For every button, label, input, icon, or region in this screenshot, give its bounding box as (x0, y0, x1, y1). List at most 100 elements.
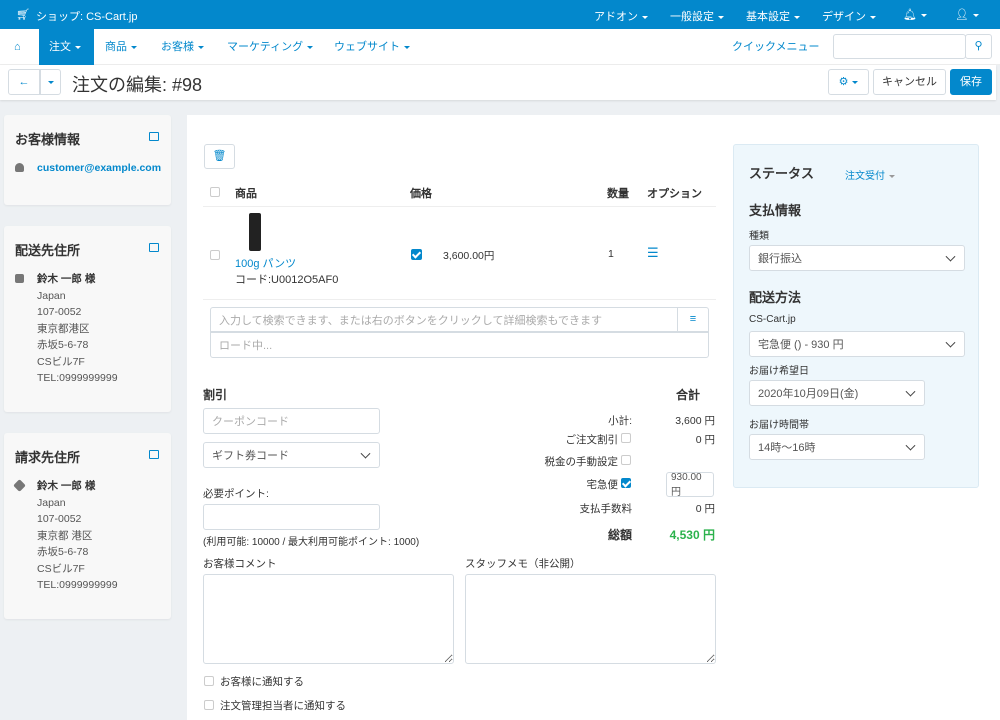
address-line: Japan (37, 289, 66, 302)
truck-icon (15, 274, 24, 283)
delivery-date-select[interactable]: 2020年10月09日(金) (749, 380, 925, 406)
edit-icon[interactable] (149, 132, 159, 141)
col-product: 商品 (235, 188, 257, 200)
menu-general[interactable]: 一般設定 (670, 8, 724, 24)
tax-manual-checkbox[interactable] (621, 455, 631, 465)
tax-manual-label: 税金の手動設定 (544, 456, 619, 468)
home-icon[interactable]: ⌂ (4, 29, 31, 65)
order-discount-value: 0 円 (695, 434, 715, 446)
top-bar: 🛒︎ ショップ: CS-Cart.jp アドオン 一般設定 基本設定 デザイン … (0, 0, 1000, 29)
product-image (249, 213, 261, 251)
user-icon[interactable]: 👤︎ (955, 8, 979, 21)
points-label: 必要ポイント: (203, 488, 269, 500)
menu-addons[interactable]: アドオン (594, 8, 648, 24)
notify-manager-checkbox[interactable] (204, 700, 214, 710)
address-line: CSビル7F (37, 562, 85, 575)
address-line: Japan (37, 496, 66, 509)
staff-note-label: スタッフメモ（非公開） (465, 558, 581, 570)
col-options: オプション (647, 188, 702, 200)
back-dropdown[interactable] (40, 69, 61, 95)
address-line: 東京都 港区 (37, 529, 93, 542)
shipping-method-select[interactable]: 宅急便 () - 930 円 (749, 331, 965, 357)
customer-comment-label: お客様コメント (203, 558, 277, 570)
save-button[interactable]: 保存 (950, 69, 992, 95)
points-input[interactable] (203, 504, 380, 530)
order-discount-checkbox[interactable] (621, 433, 631, 443)
order-discount-label: ご注文割引 (565, 434, 619, 446)
points-note: (利用可能: 10000 / 最大利用可能ポイント: 1000) (203, 537, 420, 548)
back-button[interactable]: ← (8, 69, 40, 95)
status-panel: ステータス 注文受付 支払情報 種類 銀行振込 配送方法 CS-Cart.jp … (733, 144, 979, 488)
payment-fee-value: 0 円 (695, 503, 715, 515)
billing-title: 請求先住所 (15, 450, 81, 465)
menu-design[interactable]: デザイン (822, 8, 876, 24)
nav-products[interactable]: 商品 (95, 29, 147, 65)
billing-address-card: 請求先住所 鈴木 一郎 様 Japan 107-0052 東京都 港区 赤坂5-… (4, 433, 171, 619)
shipping-cost-checkbox[interactable] (621, 478, 631, 488)
menu-settings[interactable]: 基本設定 (746, 8, 800, 24)
nav-website[interactable]: ウェブサイト (324, 29, 420, 65)
shipping-cost-input[interactable]: 930.00円 (666, 472, 714, 498)
trash-icon[interactable]: 🗑︎ (204, 144, 235, 169)
row-checkbox[interactable] (210, 250, 220, 260)
advanced-search-icon[interactable]: ≡ (677, 307, 709, 332)
edit-icon[interactable] (149, 243, 159, 252)
delivery-time-label: お届け時間帯 (749, 420, 809, 431)
page-title: 注文の編集: #98 (72, 75, 203, 95)
gear-icon[interactable]: ⚙ (828, 69, 869, 95)
product-name-link[interactable]: 100g パンツ (235, 255, 296, 271)
address-line: 赤坂5-6-78 (37, 546, 89, 558)
gift-certificate-select[interactable]: ギフト券コード (203, 442, 380, 468)
carrier-label: CS-Cart.jp (749, 314, 796, 325)
price-checkbox[interactable] (411, 249, 422, 260)
staff-note-textarea[interactable] (465, 574, 716, 664)
payment-info-title: 支払情報 (749, 203, 802, 218)
loading-dropdown: ロード中... (210, 332, 709, 358)
edit-icon[interactable] (149, 450, 159, 459)
quick-menu[interactable]: クイックメニュー (722, 29, 830, 65)
search-input[interactable] (833, 34, 966, 59)
product-price: 3,600.00円 (443, 250, 495, 262)
customer-info-card: お客様情報 customer@example.com (4, 115, 171, 205)
status-dropdown[interactable]: 注文受付 (845, 167, 895, 182)
shipping-method-title: 配送方法 (749, 290, 802, 305)
select-all-checkbox[interactable] (210, 187, 220, 197)
delivery-time-select[interactable]: 14時～16時 (749, 434, 925, 460)
search-icon[interactable]: ⚲ (965, 34, 992, 59)
bell-icon[interactable]: 🔔︎ (903, 8, 927, 21)
payment-fee-label: 支払手数料 (579, 503, 633, 515)
payment-method-select[interactable]: 銀行振込 (749, 245, 965, 271)
customer-info-title: お客様情報 (15, 132, 81, 147)
address-line: TEL:0999999999 (37, 579, 118, 591)
customer-comment-textarea[interactable] (203, 574, 454, 664)
product-search-input[interactable]: 入力して検索できます、または右のボタンをクリックして詳細検索もできます (210, 307, 678, 332)
totals-title: 合計 (676, 388, 701, 402)
cart-icon: 🛒︎ (16, 9, 30, 21)
payment-type-label: 種類 (749, 231, 769, 242)
delivery-date-label: お届け希望日 (749, 366, 809, 377)
nav-marketing[interactable]: マーケティング (217, 29, 323, 65)
notify-customer-label[interactable]: お客様に通知する (220, 674, 304, 689)
nav-customers[interactable]: お客様 (151, 29, 214, 65)
status-title: ステータス (749, 166, 815, 181)
shipping-name: 鈴木 一郎 様 (37, 273, 96, 285)
notify-customer-checkbox[interactable] (204, 676, 214, 686)
col-price: 価格 (410, 188, 432, 200)
shipping-address-card: 配送先住所 鈴木 一郎 様 Japan 107-0052 東京都港区 赤坂5-6… (4, 226, 171, 412)
shop-link[interactable]: ショップ: CS-Cart.jp (36, 8, 137, 24)
nav-orders[interactable]: 注文 (39, 29, 94, 65)
user-icon (15, 163, 24, 172)
col-qty: 数量 (607, 188, 629, 200)
billing-name: 鈴木 一郎 様 (37, 480, 96, 492)
cancel-button[interactable]: キャンセル (873, 69, 946, 95)
address-line: 107-0052 (37, 513, 82, 525)
coupon-input[interactable]: クーポンコード (203, 408, 380, 434)
subtotal-value: 3,600 円 (675, 415, 715, 427)
notify-manager-label[interactable]: 注文管理担当者に通知する (220, 698, 346, 713)
customer-email[interactable]: customer@example.com (37, 162, 161, 174)
address-line: 107-0052 (37, 306, 82, 318)
address-line: 東京都港区 (37, 322, 90, 335)
tag-icon (13, 479, 26, 492)
options-list-icon[interactable]: ☰ (647, 245, 659, 261)
total-label: 総額 (607, 528, 632, 542)
